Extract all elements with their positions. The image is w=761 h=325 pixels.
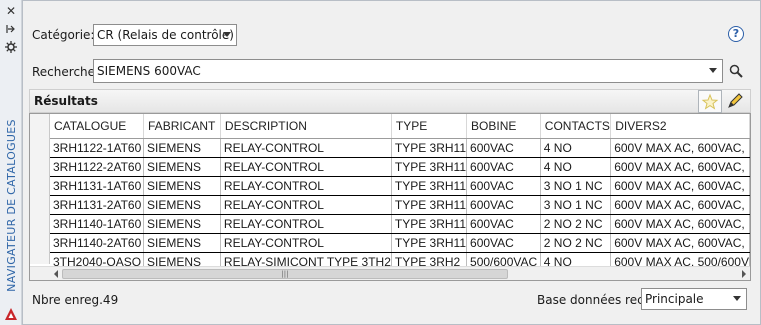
table-cell: TYPE 3RH11 [391,233,468,253]
table-cell: SIEMENS [143,233,221,253]
column-header-catalogue[interactable]: CATALOGUE [50,114,145,139]
results-table: CATALOGUE FABRICANT DESCRIPTION TYPE BOBINE C… [29,113,751,281]
table-cell: RELAY-CONTROL [220,176,392,196]
table-cell: TYPE 3RH11 [391,214,468,234]
search-icon[interactable] [728,63,744,79]
search-value: SIEMENS 600VAC [97,64,201,78]
table-cell: 3 NO 1 NC [540,176,612,196]
database-dropdown[interactable]: Principale [641,288,747,310]
column-header-bobine[interactable]: BOBINE [466,114,541,139]
category-dropdown[interactable]: CR (Relais de contrôle) [93,24,237,46]
row-header-column [30,114,50,264]
table-cell: 600V MAX AC, 600VAC, [610,176,750,196]
table-row[interactable]: 3RH1122-2AT60 SIEMENS RELAY-CONTROL TYPE 3R… [50,157,750,177]
table-row[interactable]: 3RH1122-1AT60 SIEMENS RELAY-CONTROL TYPE 3R… [50,138,750,158]
column-header-fabricant[interactable]: FABRICANT [143,114,221,139]
help-icon[interactable]: ? [728,26,744,42]
table-cell: RELAY-CONTROL [220,214,392,234]
table-cell: 600V MAX AC, 600VAC, [610,214,750,234]
column-header-type[interactable]: TYPE [391,114,468,139]
table-cell: 600VAC [466,176,541,196]
column-header-contacts[interactable]: CONTACTS [540,114,612,139]
scroll-right-icon[interactable] [742,270,746,278]
table-cell: 600VAC [466,233,541,253]
table-cell: 600V MAX AC, 600VAC, [610,138,750,158]
table-cell: 3RH1140-2AT60 [50,233,145,253]
table-cell: 600VAC [466,138,541,158]
search-input[interactable]: SIEMENS 600VAC [93,59,723,83]
results-header: Résultats [29,89,751,113]
table-cell: SIEMENS [143,195,221,215]
close-icon[interactable]: ✕ [4,4,18,18]
table-cell: TYPE 3RH11 [391,157,468,177]
table-cell: 3RH1122-1AT60 [50,138,145,158]
table-cell: SIEMENS [143,138,221,158]
table-row[interactable]: 3RH1131-1AT60 SIEMENS RELAY-CONTROL TYPE 3R… [50,176,750,196]
table-row[interactable]: 3RH1140-2AT60 SIEMENS RELAY-CONTROL TYPE 3R… [50,233,750,253]
table-cell: TYPE 3RH11 [391,138,468,158]
table-cell: 4 NO [540,157,612,177]
scrollbar-thumb[interactable]: ||| [62,269,508,279]
table-cell: TYPE 3RH11 [391,195,468,215]
table-cell: 2 NO 2 NC [540,233,612,253]
category-value: CR (Relais de contrôle) [97,28,234,42]
table-cell: SIEMENS [143,176,221,196]
autodesk-logo-icon [4,307,18,321]
table-cell: 600VAC [466,195,541,215]
edit-pencil-icon[interactable] [724,90,748,113]
table-cell: TYPE 3RH11 [391,176,468,196]
table-cell: 600VAC [466,157,541,177]
database-value: Principale [645,292,704,306]
table-cell: RELAY-CONTROL [220,157,392,177]
column-header-description[interactable]: DESCRIPTION [220,114,392,139]
table-cell: SIEMENS [143,214,221,234]
pin-icon[interactable] [4,22,18,36]
table-cell: 3RH1122-2AT60 [50,157,145,177]
table-cell: 2 NO 2 NC [540,214,612,234]
settings-icon[interactable] [4,40,18,54]
table-cell: 600VAC [466,214,541,234]
chevron-down-icon[interactable] [709,68,717,73]
favorite-star-icon[interactable] [698,90,722,113]
table-row[interactable]: 3RH1131-2AT60 SIEMENS RELAY-CONTROL TYPE 3R… [50,195,750,215]
horizontal-scrollbar[interactable]: ||| [30,266,750,280]
table-row[interactable]: 3RH1140-1AT60 SIEMENS RELAY-CONTROL TYPE 3R… [50,214,750,234]
scroll-left-icon[interactable] [54,270,58,278]
table-cell: RELAY-CONTROL [220,233,392,253]
chevron-down-icon [733,296,741,301]
category-label: Catégorie: [32,28,95,42]
record-count: Nbre enreg.49 [32,293,119,307]
table-cell: SIEMENS [143,157,221,177]
table-cell: 4 NO [540,138,612,158]
table-cell: 3 NO 1 NC [540,195,612,215]
column-header-divers2[interactable]: DIVERS2 [610,114,750,139]
results-title: Résultats [34,94,98,108]
table-cell: RELAY-CONTROL [220,195,392,215]
table-cell: RELAY-CONTROL [220,138,392,158]
side-rail: ✕ NAVIGATEUR DE CATALOGUES [0,0,22,325]
table-cell: 3RH1131-2AT60 [50,195,145,215]
table-cell: 3RH1131-1AT60 [50,176,145,196]
table-cell: 600V MAX AC, 600VAC, [610,157,750,177]
table-cell: 3RH1140-1AT60 [50,214,145,234]
panel-vertical-title: NAVIGATEUR DE CATALOGUES [4,118,18,292]
table-cell: 600V MAX AC, 600VAC, [610,195,750,215]
results-grid: CATALOGUE FABRICANT DESCRIPTION TYPE BOBINE C… [50,114,750,272]
chevron-down-icon [223,32,231,37]
catalog-browser-panel: Catégorie: CR (Relais de contrôle) ? Rec… [22,0,761,325]
table-header-row: CATALOGUE FABRICANT DESCRIPTION TYPE BOBINE C… [50,114,750,139]
table-cell: 600V MAX AC, 600VAC, [610,233,750,253]
